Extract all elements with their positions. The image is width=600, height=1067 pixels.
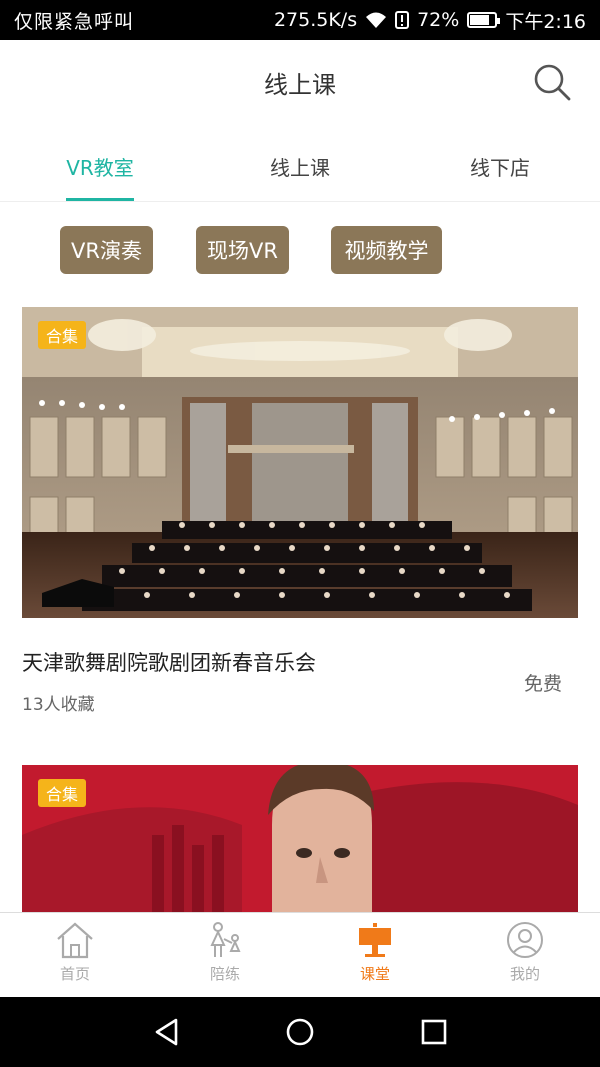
recents-icon[interactable] — [420, 1018, 448, 1046]
tab-offline-store[interactable]: 线下店 — [470, 152, 530, 181]
app-header: 线上课 — [0, 40, 600, 124]
alert-sim-icon — [395, 11, 410, 29]
favorites-count: 13人收藏 — [22, 695, 95, 715]
back-icon[interactable] — [152, 1017, 182, 1047]
nav-me-label: 我的 — [509, 965, 540, 983]
nav-classroom-label: 课堂 — [359, 965, 390, 983]
portrait-illustration — [22, 765, 578, 912]
nav-home-label: 首页 — [59, 965, 90, 983]
chip-live-vr[interactable]: 现场VR — [196, 226, 289, 274]
carrier-text: 仅限紧急呼叫 — [14, 10, 135, 33]
nav-practice[interactable]: 陪练 — [165, 921, 285, 984]
user-icon — [507, 922, 543, 958]
course-title[interactable]: 天津歌舞剧院歌剧团新春音乐会 — [22, 647, 316, 677]
battery-percent: 72% — [417, 9, 460, 31]
bottom-navigation: 首页 陪练 课堂 我的 — [0, 912, 600, 997]
network-speed: 275.5K/s — [273, 9, 358, 31]
course-card[interactable]: 合集 — [22, 765, 578, 912]
home-icon — [57, 922, 93, 959]
active-tab-indicator — [66, 198, 134, 201]
course-card[interactable]: 合集 天津歌舞剧院歌剧团新春音乐会 13人收藏 免费 — [22, 307, 578, 727]
nav-practice-label: 陪练 — [209, 965, 240, 983]
price-label: 免费 — [523, 673, 562, 695]
concert-hall-illustration — [22, 307, 578, 618]
category-tabs: VR教室 线上课 线下店 — [0, 124, 600, 202]
system-navigation-bar — [0, 997, 600, 1067]
home-circle-icon[interactable] — [285, 1017, 315, 1047]
concert-hall-image[interactable]: 合集 — [22, 307, 578, 618]
family-icon — [210, 922, 241, 957]
status-bar: 仅限紧急呼叫 275.5K/s 72% 下午2:16 — [0, 0, 600, 40]
status-right: 275.5K/s 72% 下午2:16 — [274, 7, 586, 34]
nav-home[interactable]: 首页 — [15, 921, 135, 984]
course-cover-image[interactable]: 合集 — [22, 765, 578, 912]
search-icon[interactable] — [532, 62, 572, 102]
nav-classroom[interactable]: 课堂 — [315, 921, 435, 984]
collection-badge: 合集 — [38, 779, 87, 807]
collection-badge: 合集 — [38, 321, 87, 349]
nav-me[interactable]: 我的 — [465, 921, 585, 984]
lectern-icon — [359, 923, 391, 957]
battery-icon — [467, 12, 501, 28]
tab-vr-classroom[interactable]: VR教室 — [66, 152, 134, 181]
chip-video-teaching[interactable]: 视频教学 — [331, 226, 442, 274]
page-title: 线上课 — [264, 70, 336, 99]
wifi-icon — [366, 12, 387, 28]
clock: 下午2:16 — [505, 10, 586, 33]
tab-online-course[interactable]: 线上课 — [270, 152, 330, 181]
chip-vr-performance[interactable]: VR演奏 — [60, 226, 153, 274]
